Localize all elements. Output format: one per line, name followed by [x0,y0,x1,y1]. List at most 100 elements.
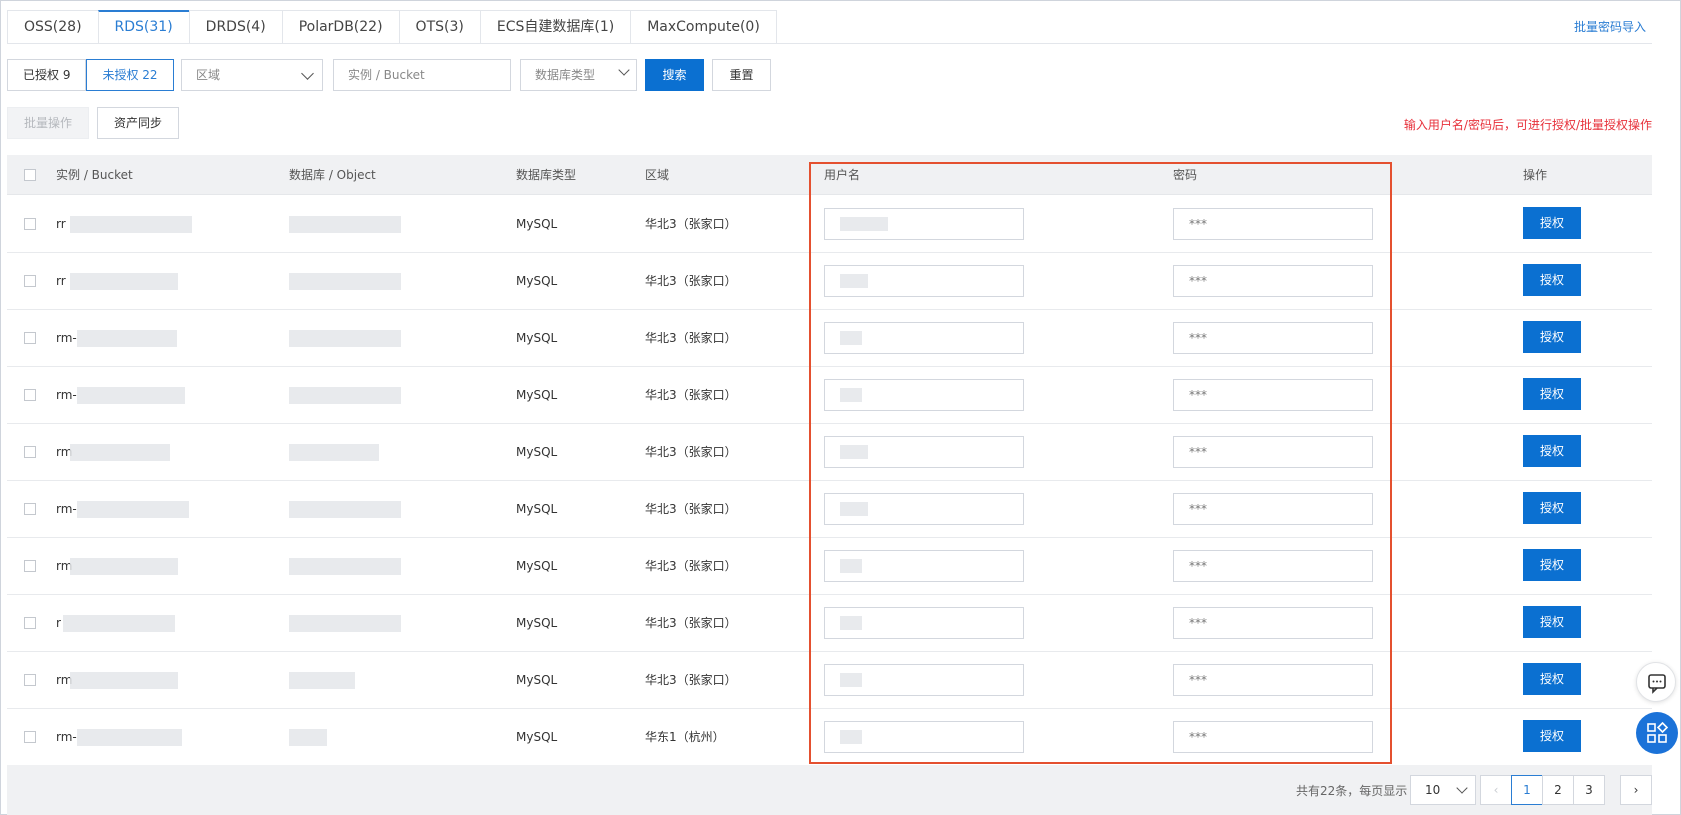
authorize-button[interactable]: 授权 [1523,264,1581,296]
username-input[interactable] [824,265,1024,297]
region: 华北3（张家口） [645,502,737,516]
instance-id: rm- [56,502,77,516]
authorize-button[interactable]: 授权 [1523,378,1581,410]
tab-drds[interactable]: DRDS(4) [188,10,282,44]
password-input[interactable]: *** [1173,493,1373,525]
batch-operation-button[interactable]: 批量操作 [7,107,89,139]
unauthorized-filter[interactable]: 未授权 22 [86,59,174,91]
row-checkbox[interactable] [24,275,36,287]
authorize-button[interactable]: 授权 [1523,321,1581,353]
row-checkbox[interactable] [24,731,36,743]
redacted-instance [77,501,189,518]
chat-button[interactable] [1636,662,1676,702]
password-mask: *** [1189,502,1207,516]
authorized-filter[interactable]: 已授权 9 [7,59,87,91]
redacted-database [289,501,401,518]
redacted-instance [70,216,192,233]
page-2-button[interactable]: 2 [1542,775,1574,805]
instance-id: rm- [56,730,77,744]
username-input[interactable] [824,436,1024,468]
row-checkbox[interactable] [24,674,36,686]
tab-oss[interactable]: OSS(28) [7,10,98,44]
region: 华东1（杭州） [645,730,725,744]
password-input[interactable]: *** [1173,436,1373,468]
page-1-button[interactable]: 1 [1511,775,1543,805]
username-input[interactable] [824,721,1024,753]
username-input[interactable] [824,550,1024,582]
redacted-database [289,615,401,632]
chevron-down-icon [1456,782,1468,794]
col-operation: 操作 [1523,168,1548,182]
password-input[interactable]: *** [1173,721,1373,753]
table-row: rm MySQL 华北3（张家口） *** 授权 [7,424,1652,481]
row-checkbox[interactable] [24,617,36,629]
redacted-username [840,274,868,288]
authorize-button[interactable]: 授权 [1523,663,1581,695]
apps-button[interactable] [1636,712,1678,754]
row-checkbox[interactable] [24,560,36,572]
batch-password-import-link[interactable]: 批量密码导入 [1574,18,1646,35]
row-checkbox[interactable] [24,446,36,458]
username-input[interactable] [824,664,1024,696]
redacted-instance [63,615,175,632]
search-button[interactable]: 搜索 [645,59,704,91]
authorize-button[interactable]: 授权 [1523,720,1581,752]
password-input[interactable]: *** [1173,550,1373,582]
redacted-database [289,729,327,746]
authorize-button[interactable]: 授权 [1523,606,1581,638]
row-checkbox[interactable] [24,389,36,401]
password-input[interactable]: *** [1173,607,1373,639]
col-region: 区域 [645,168,670,182]
col-database: 数据库 / Object [289,168,376,182]
redacted-instance [77,330,177,347]
tab-ecs自建数据库[interactable]: ECS自建数据库(1) [479,10,631,44]
table-row: rm MySQL 华北3（张家口） *** 授权 [7,652,1652,709]
password-mask: *** [1189,616,1207,630]
col-username: 用户名 [824,168,861,182]
instance-search-placeholder: 实例 / Bucket [348,68,425,82]
password-input[interactable]: *** [1173,208,1373,240]
redacted-database [289,387,401,404]
row-checkbox[interactable] [24,503,36,515]
page-3-button[interactable]: 3 [1573,775,1605,805]
username-input[interactable] [824,607,1024,639]
authorize-button[interactable]: 授权 [1523,549,1581,581]
password-input[interactable]: *** [1173,322,1373,354]
authorize-button[interactable]: 授权 [1523,492,1581,524]
region: 华北3（张家口） [645,331,737,345]
row-checkbox[interactable] [24,332,36,344]
db-type: MySQL [516,616,558,630]
prev-page-button[interactable]: ‹ [1480,775,1512,805]
region-select[interactable]: 区域 [181,59,323,91]
db-type-select[interactable]: 数据库类型 [520,59,637,91]
page-size-select[interactable]: 10 [1410,775,1476,805]
asset-sync-button[interactable]: 资产同步 [97,107,179,139]
next-page-button[interactable]: › [1620,775,1652,805]
table-row: rr MySQL 华北3（张家口） *** 授权 [7,196,1652,253]
username-input[interactable] [824,493,1024,525]
tab-maxcompute[interactable]: MaxCompute(0) [630,10,777,44]
password-input[interactable]: *** [1173,265,1373,297]
reset-button[interactable]: 重置 [712,59,771,91]
region: 华北3（张家口） [645,445,737,459]
auth-status-segment: 已授权 9 未授权 22 [7,59,174,91]
authorize-button[interactable]: 授权 [1523,207,1581,239]
redacted-username [840,730,862,744]
redacted-instance [70,558,178,575]
tab-polardb[interactable]: PolarDB(22) [281,10,399,44]
authorize-button[interactable]: 授权 [1523,435,1581,467]
redacted-username [840,616,862,630]
instance-search-input[interactable]: 实例 / Bucket [333,59,511,91]
select-all-checkbox[interactable] [24,169,36,181]
password-input[interactable]: *** [1173,664,1373,696]
username-input[interactable] [824,322,1024,354]
tab-rds[interactable]: RDS(31) [97,10,189,44]
region: 华北3（张家口） [645,559,737,573]
row-checkbox[interactable] [24,218,36,230]
redacted-username [840,502,868,516]
instance-id: r [56,616,61,630]
password-input[interactable]: *** [1173,379,1373,411]
username-input[interactable] [824,208,1024,240]
tab-ots[interactable]: OTS(3) [398,10,480,44]
username-input[interactable] [824,379,1024,411]
